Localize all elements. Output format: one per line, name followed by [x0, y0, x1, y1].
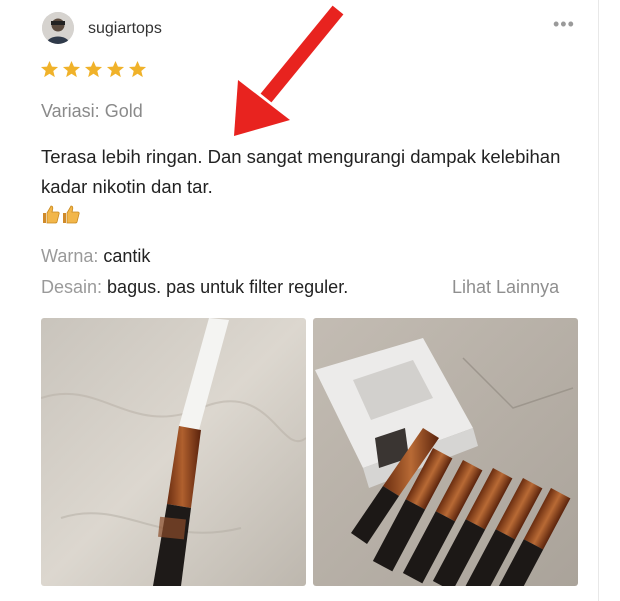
thumbs-up-icon [63, 205, 80, 224]
user-avatar-icon [42, 12, 74, 44]
star-rating [40, 60, 147, 79]
variation-label: Variasi: [41, 101, 100, 121]
star-icon [62, 60, 81, 78]
filter-box-photo [313, 318, 578, 586]
variation-line: Variasi: Gold [41, 101, 143, 122]
red-arrow-icon [234, 5, 344, 136]
more-options-icon[interactable]: ••• [553, 14, 575, 35]
attribute-label: Desain: [41, 277, 103, 297]
attribute-value: bagus. pas untuk filter reguler. [107, 277, 349, 297]
cigarette-filter-photo [41, 318, 306, 586]
star-icon [40, 60, 59, 78]
star-icon [106, 60, 125, 78]
avatar[interactable] [42, 12, 74, 44]
see-more-link[interactable]: Lihat Lainnya [452, 277, 559, 298]
attribute-color: Warna: cantik [41, 246, 150, 267]
attribute-label: Warna: [41, 246, 99, 266]
variation-value: Gold [104, 101, 143, 121]
review-photo[interactable] [313, 318, 578, 586]
username[interactable]: sugiartops [88, 20, 162, 38]
attribute-value: cantik [103, 246, 151, 266]
star-icon [84, 60, 103, 78]
review-text: Terasa lebih ringan. Dan sangat menguran… [41, 146, 561, 197]
star-icon [128, 60, 147, 78]
attribute-design: Desain: bagus. pas untuk filter reguler. [41, 277, 348, 298]
emoji-row [41, 204, 80, 224]
thumbs-up-icon [43, 205, 60, 224]
review-photo[interactable] [41, 318, 306, 586]
